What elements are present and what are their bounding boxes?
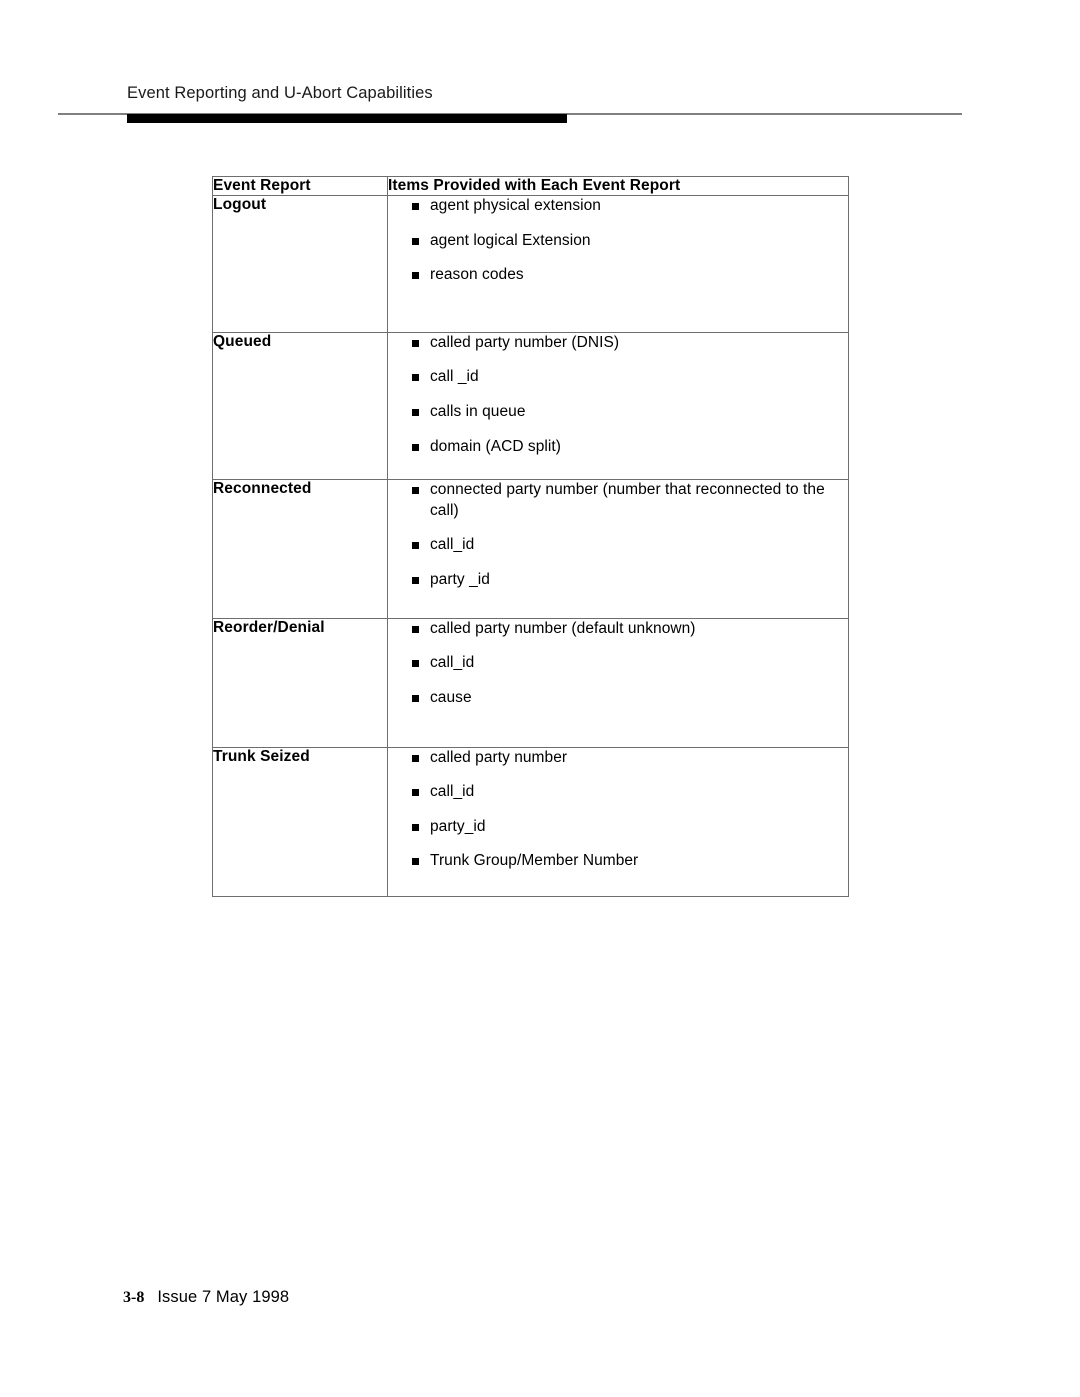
- list-item-text: called party number (DNIS): [430, 333, 620, 351]
- square-bullet-icon: [412, 409, 419, 417]
- square-bullet-icon: [412, 694, 419, 702]
- list-item-text: Trunk Group/Member Number: [430, 852, 639, 870]
- square-bullet-icon: [412, 542, 419, 550]
- list-item: call_id: [388, 535, 848, 556]
- event-report-label: Trunk Seized: [212, 746, 388, 897]
- square-bullet-icon: [412, 577, 419, 585]
- square-bullet-icon: [412, 443, 419, 451]
- square-bullet-icon: [412, 660, 419, 668]
- event-report-items: called party number call_id party_id Tru…: [387, 746, 849, 897]
- items-list: called party number (default unknown) ca…: [388, 619, 848, 709]
- list-item: called party number: [388, 748, 848, 769]
- square-bullet-icon: [412, 203, 419, 210]
- list-item-text: call_id: [430, 654, 475, 672]
- list-item-text: agent logical Extension: [430, 231, 591, 249]
- list-item-text: domain (ACD split): [430, 437, 561, 455]
- table-row: Reconnected connected party number (numb…: [212, 479, 849, 619]
- items-list: connected party number (number that reco…: [388, 480, 848, 590]
- list-item-text: calls in queue: [430, 403, 526, 421]
- list-item: reason codes: [388, 265, 848, 286]
- page-footer: 3-8 Issue 7 May 1998: [123, 1288, 289, 1307]
- items-list: called party number call_id party_id Tru…: [388, 748, 848, 872]
- event-report-items: called party number (DNIS) call _id call…: [387, 331, 849, 481]
- list-item-text: agent physical extension: [430, 197, 601, 214]
- list-item: called party number (DNIS): [388, 333, 848, 354]
- list-item: connected party number (number that reco…: [388, 480, 848, 521]
- list-item-text: party_id: [430, 817, 486, 835]
- list-item-text: connected party number (number that reco…: [430, 481, 825, 519]
- square-bullet-icon: [412, 487, 419, 495]
- table-row: Logout agent physical extension agent lo…: [212, 195, 849, 333]
- square-bullet-icon: [412, 237, 419, 245]
- event-report-label: Queued: [212, 331, 388, 481]
- list-item-text: called party number: [430, 748, 568, 766]
- header-rule-thick: [127, 114, 567, 123]
- items-list: called party number (DNIS) call _id call…: [388, 333, 848, 457]
- table-row: Trunk Seized called party number call_id: [212, 746, 849, 897]
- list-item: called party number (default unknown): [388, 619, 848, 640]
- square-bullet-icon: [412, 625, 419, 633]
- list-item: domain (ACD split): [388, 437, 848, 458]
- event-report-items: agent physical extension agent logical E…: [387, 195, 849, 333]
- table-row: Queued called party number (DNIS) call _…: [212, 331, 849, 481]
- running-head: Event Reporting and U-Abort Capabilities: [127, 84, 433, 102]
- list-item: call _id: [388, 367, 848, 388]
- issue-date: Issue 7 May 1998: [157, 1288, 290, 1306]
- list-item-text: cause: [430, 688, 472, 706]
- square-bullet-icon: [412, 754, 419, 762]
- event-report-label: Reorder/Denial: [212, 617, 388, 748]
- table-header-row: Event Report Items Provided with Each Ev…: [212, 176, 849, 196]
- column-header-event-report: Event Report: [212, 176, 388, 196]
- list-item: agent logical Extension: [388, 231, 848, 252]
- list-item: Trunk Group/Member Number: [388, 851, 848, 872]
- list-item: call_id: [388, 782, 848, 803]
- square-bullet-icon: [412, 272, 419, 280]
- list-item-text: party _id: [430, 571, 490, 589]
- square-bullet-icon: [412, 374, 419, 382]
- event-report-items: called party number (default unknown) ca…: [387, 617, 849, 748]
- event-report-label: Reconnected: [212, 479, 388, 619]
- event-report-table: Event Report Items Provided with Each Ev…: [212, 176, 849, 897]
- document-page: Event Reporting and U-Abort Capabilities…: [0, 0, 1080, 1397]
- column-header-items: Items Provided with Each Event Report: [387, 176, 849, 196]
- list-item: party _id: [388, 570, 848, 591]
- event-report-items: connected party number (number that reco…: [387, 479, 849, 619]
- page-number: 3-8: [123, 1289, 145, 1306]
- list-item: calls in queue: [388, 402, 848, 423]
- list-item-text: called party number (default unknown): [430, 619, 696, 637]
- square-bullet-icon: [412, 789, 419, 797]
- square-bullet-icon: [412, 339, 419, 347]
- event-report-label: Logout: [212, 195, 388, 333]
- items-list: agent physical extension agent logical E…: [388, 196, 848, 286]
- list-item-text: call_id: [430, 536, 475, 554]
- square-bullet-icon: [412, 858, 419, 866]
- table-row: Reorder/Denial called party number (defa…: [212, 617, 849, 748]
- list-item: cause: [388, 688, 848, 709]
- list-item-text: call_id: [430, 783, 475, 801]
- list-item-text: reason codes: [430, 266, 524, 284]
- list-item: call_id: [388, 653, 848, 674]
- square-bullet-icon: [412, 823, 419, 831]
- list-item-text: call _id: [430, 368, 479, 386]
- list-item: party_id: [388, 817, 848, 838]
- list-item: agent physical extension: [388, 196, 848, 217]
